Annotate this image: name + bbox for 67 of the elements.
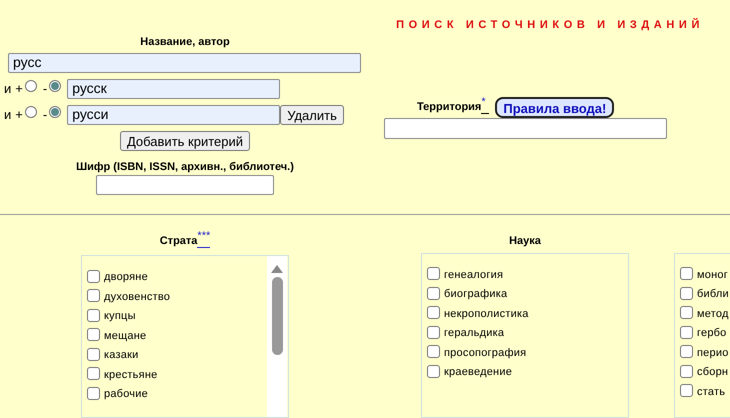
checkbox[interactable]	[427, 364, 440, 378]
field-label: Название, автор	[139, 35, 231, 50]
checkbox[interactable]	[680, 384, 693, 398]
checkbox-label: мещане	[104, 328, 146, 344]
search-field[interactable]: русс	[8, 52, 361, 72]
search-field[interactable]: русси	[67, 104, 280, 124]
checkbox-label: перио	[697, 346, 729, 361]
checkbox[interactable]	[427, 267, 440, 280]
checkbox-label: метод	[697, 306, 729, 322]
checkbox-label: крестьяне	[104, 368, 158, 383]
radio-button[interactable]	[49, 106, 62, 118]
checkbox-label: дворяне	[104, 270, 148, 286]
checkbox-label: гербо	[697, 326, 727, 342]
checkbox-label: моног	[697, 268, 728, 283]
checkbox[interactable]	[427, 326, 440, 339]
checkbox[interactable]	[680, 345, 693, 358]
checkbox-label: библи	[697, 287, 729, 302]
field-label: Территория*	[417, 98, 490, 116]
checkbox[interactable]	[87, 328, 100, 342]
checkbox-label: биографика	[444, 287, 508, 302]
scroll-thumb[interactable]	[272, 277, 282, 356]
checkbox[interactable]	[87, 308, 100, 322]
checkbox[interactable]	[680, 364, 693, 378]
checkbox[interactable]	[87, 270, 100, 283]
checkbox-label: генеалогия	[444, 268, 504, 283]
page-title: ПОИСК ИСТОЧНИКОВ И ИЗДАНИЙ	[396, 17, 704, 33]
radio-button[interactable]	[24, 106, 37, 118]
checkbox-label: рабочие	[104, 387, 148, 402]
rules-button[interactable]: Правила ввода!	[495, 97, 614, 118]
checkbox[interactable]	[427, 286, 440, 300]
conjunction-label: и	[4, 106, 12, 124]
radio-label: -	[42, 106, 48, 124]
radio-label: +	[15, 80, 23, 98]
checkbox-label: стать	[697, 384, 726, 400]
checkbox[interactable]	[87, 348, 100, 361]
radio-button[interactable]	[24, 80, 37, 92]
field-label: Шифр (ISBN, ISSN, архивн., библиотеч.)	[76, 160, 294, 174]
list-heading: Страта***	[160, 232, 210, 250]
cipher-field[interactable]	[96, 175, 274, 195]
checkbox[interactable]	[427, 306, 440, 320]
checkbox-label: просопография	[444, 346, 526, 361]
territory-field[interactable]	[384, 118, 667, 139]
delete-button[interactable]: Удалить	[280, 104, 344, 124]
checkbox-label: казаки	[104, 348, 138, 364]
conjunction-label: и	[4, 80, 12, 98]
checkbox-label: краеведение	[444, 365, 512, 380]
scrollbar[interactable]	[267, 256, 287, 417]
checkbox[interactable]	[680, 267, 693, 280]
scroll-up-icon[interactable]	[271, 265, 283, 274]
add-criterion-button[interactable]: Добавить критерий	[120, 130, 250, 150]
checkbox-label: сборн	[697, 365, 728, 380]
checkbox[interactable]	[87, 367, 100, 380]
radio-button[interactable]	[49, 80, 62, 92]
checkbox[interactable]	[87, 386, 100, 400]
radio-label: +	[15, 106, 23, 124]
checkbox[interactable]	[680, 286, 693, 300]
checkbox-label: некрополистика	[444, 306, 529, 322]
radio-label: -	[42, 80, 48, 98]
checkbox[interactable]	[680, 326, 693, 339]
search-field[interactable]: русск	[67, 78, 280, 98]
checkbox[interactable]	[427, 345, 440, 358]
checkbox[interactable]	[87, 289, 100, 302]
list-heading: Наука	[509, 234, 541, 249]
checkbox[interactable]	[680, 306, 693, 320]
checkbox-label: геральдика	[444, 326, 504, 342]
checkbox-label: духовенство	[104, 290, 170, 305]
checkbox-label: купцы	[104, 309, 136, 324]
